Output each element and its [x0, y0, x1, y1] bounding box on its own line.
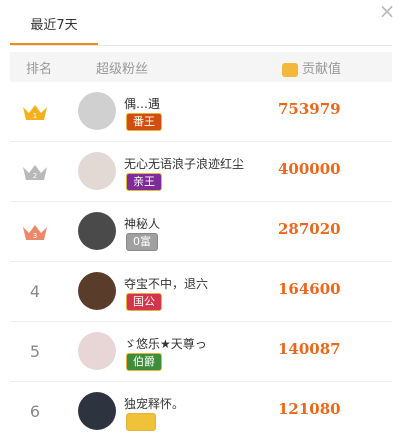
rank-number: 6: [29, 402, 41, 421]
table-header: 排名 超级粉丝 贡献值: [10, 52, 392, 82]
contribution-value: 400000: [278, 160, 341, 178]
contribution-value: 287020: [278, 220, 341, 238]
tab-bar: 最近7天: [10, 0, 392, 46]
rank-cell: 3: [10, 202, 60, 261]
header-fans: 超级粉丝: [96, 62, 149, 77]
contribution-value: 121080: [278, 400, 341, 418]
svg-text:1: 1: [33, 112, 37, 120]
rank-number: 5: [29, 342, 41, 361]
avatar[interactable]: [78, 92, 116, 130]
avatar[interactable]: [78, 212, 116, 250]
rank-badge: [126, 413, 156, 431]
rank-badge: 伯爵: [126, 353, 162, 371]
contribution-value: 164600: [278, 280, 341, 298]
contribution-value: 753979: [278, 100, 341, 118]
tab-label: 最近7天: [30, 18, 78, 33]
rank-badge: 番王: [126, 113, 162, 131]
nickname[interactable]: 独宠释怀。: [124, 395, 184, 412]
list-item: 1 偶…遇 番王 753979: [10, 82, 392, 142]
contribution-value: 140087: [278, 340, 341, 358]
gold-crown-icon: 1: [23, 104, 47, 120]
coins-icon: [282, 62, 298, 77]
svg-text:2: 2: [33, 172, 37, 180]
rank-number: 4: [29, 282, 41, 301]
tab-underline: [10, 43, 98, 45]
nickname[interactable]: ゞ悠乐★天尊っ: [124, 335, 207, 352]
rank-cell: 2: [10, 142, 60, 201]
tab-last-7-days[interactable]: 最近7天: [10, 14, 98, 45]
avatar[interactable]: [78, 392, 116, 430]
bronze-crown-icon: 3: [23, 224, 47, 240]
header-contribution: 贡献值: [302, 62, 342, 77]
nickname[interactable]: 夺宝不中，退六: [124, 275, 208, 292]
nickname[interactable]: 神秘人: [124, 215, 160, 232]
rank-badge: 国公: [126, 293, 162, 311]
list-item: 5 ゞ悠乐★天尊っ 伯爵 140087: [10, 322, 392, 382]
list-item: 4 夺宝不中，退六 国公 164600: [10, 262, 392, 322]
avatar[interactable]: [78, 152, 116, 190]
list-item: 2 无心无语浪子浪迹红尘 亲王 400000: [10, 142, 392, 202]
silver-crown-icon: 2: [23, 164, 47, 180]
ranking-list: 1 偶…遇 番王 753979 2 无心无语浪子浪迹红尘 亲王 400000 3…: [10, 82, 392, 441]
list-item: 3 神秘人 0富 287020: [10, 202, 392, 262]
nickname[interactable]: 无心无语浪子浪迹红尘: [124, 155, 244, 172]
nickname[interactable]: 偶…遇: [124, 95, 160, 112]
header-rank: 排名: [26, 62, 53, 77]
svg-text:3: 3: [33, 232, 37, 240]
list-item: 6 独宠释怀。 121080: [10, 382, 392, 441]
rank-cell: 1: [10, 82, 60, 141]
rank-badge: 0富: [126, 233, 158, 251]
avatar[interactable]: [78, 272, 116, 310]
avatar[interactable]: [78, 332, 116, 370]
rank-badge: 亲王: [126, 173, 162, 191]
